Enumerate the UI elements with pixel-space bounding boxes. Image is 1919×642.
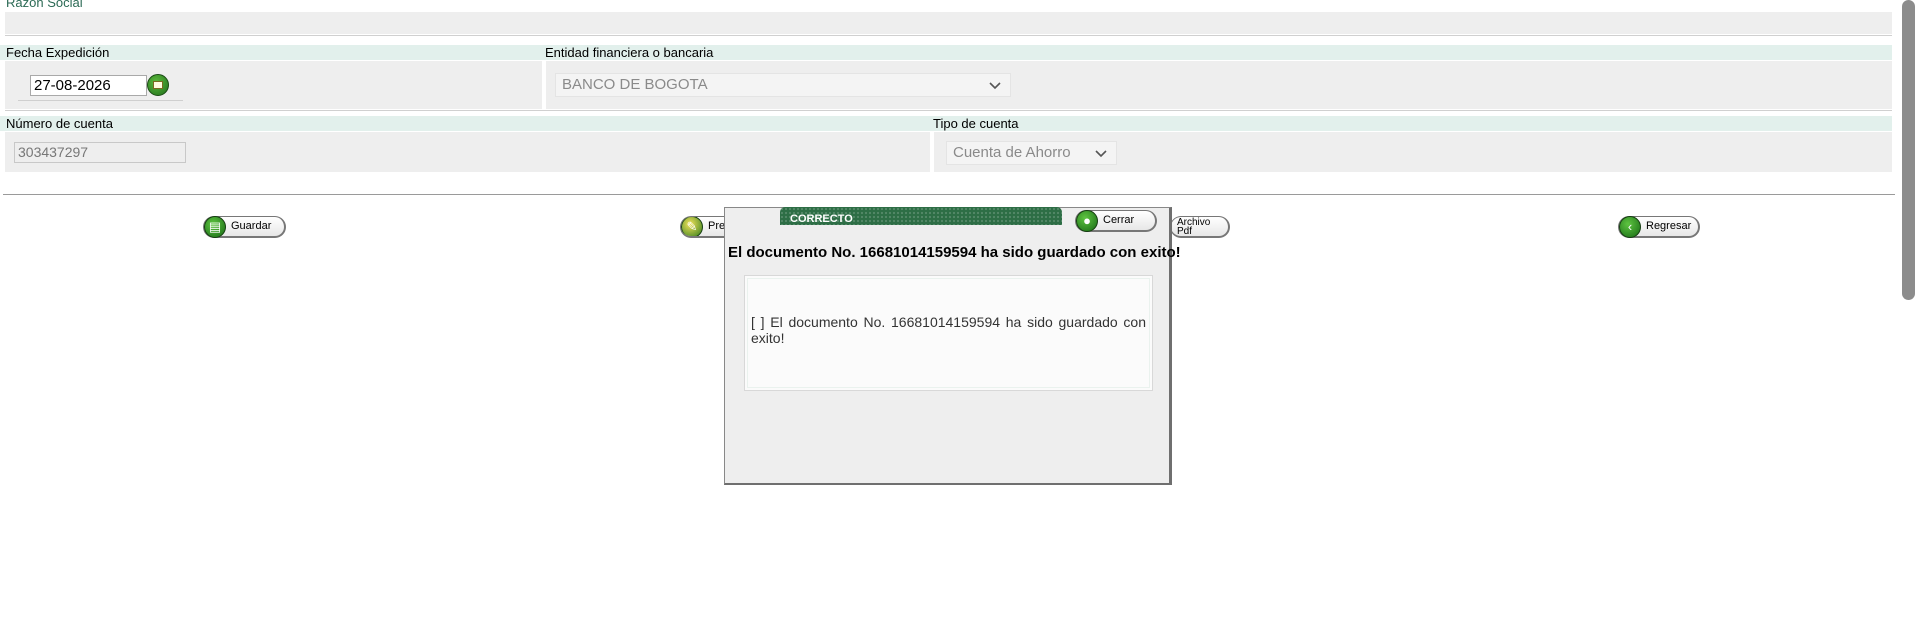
razon-social-label: Razón Social <box>6 0 83 10</box>
entidad-select[interactable]: BANCO DE BOGOTA <box>555 73 1011 97</box>
dialog-message: El documento No. 16681014159594 ha sido … <box>728 244 1181 261</box>
regresar-button-label: Regresar <box>1646 220 1692 232</box>
tipo-cuenta-label: Tipo de cuenta <box>927 116 1892 131</box>
back-arrow-icon: ‹ <box>1619 216 1641 238</box>
dialog-detail-text: [ ] El documento No. 16681014159594 ha s… <box>751 314 1146 346</box>
archivo-pdf-label-2: Pdf <box>1177 226 1193 237</box>
present-icon: ✎ <box>681 217 703 236</box>
close-icon: ● <box>1076 210 1098 232</box>
numero-cuenta-label: Número de cuenta <box>0 116 933 131</box>
entidad-select-value: BANCO DE BOGOTA <box>562 76 708 93</box>
dialog-title: CORRECTO <box>780 207 1062 225</box>
cerrar-button-label: Cerrar <box>1103 214 1135 226</box>
chevron-down-icon <box>989 82 1001 90</box>
guardar-button[interactable]: ▤ Guardar <box>203 216 286 238</box>
fecha-expedicion-label: Fecha Expedición <box>0 45 540 60</box>
numero-cuenta-input[interactable]: 303437297 <box>14 142 186 163</box>
tipo-cuenta-select-value: Cuenta de Ahorro <box>953 144 1071 161</box>
regresar-button[interactable]: ‹ Regresar <box>1618 216 1700 238</box>
chevron-down-icon <box>1095 150 1107 158</box>
scrollbar-thumb[interactable] <box>1902 0 1915 300</box>
razon-social-field[interactable] <box>5 12 1892 34</box>
archivo-pdf-button[interactable]: Archivo Pdf <box>1170 216 1230 238</box>
save-icon: ▤ <box>204 216 226 238</box>
guardar-button-label: Guardar <box>231 220 272 232</box>
fecha-expedicion-input[interactable]: 27-08-2026 <box>30 75 147 96</box>
entidad-label: Entidad financiera o bancaria <box>539 45 1892 60</box>
cerrar-button[interactable]: ● Cerrar <box>1075 210 1157 232</box>
tipo-cuenta-select[interactable]: Cuenta de Ahorro <box>946 141 1117 165</box>
calendar-icon[interactable] <box>147 74 169 96</box>
